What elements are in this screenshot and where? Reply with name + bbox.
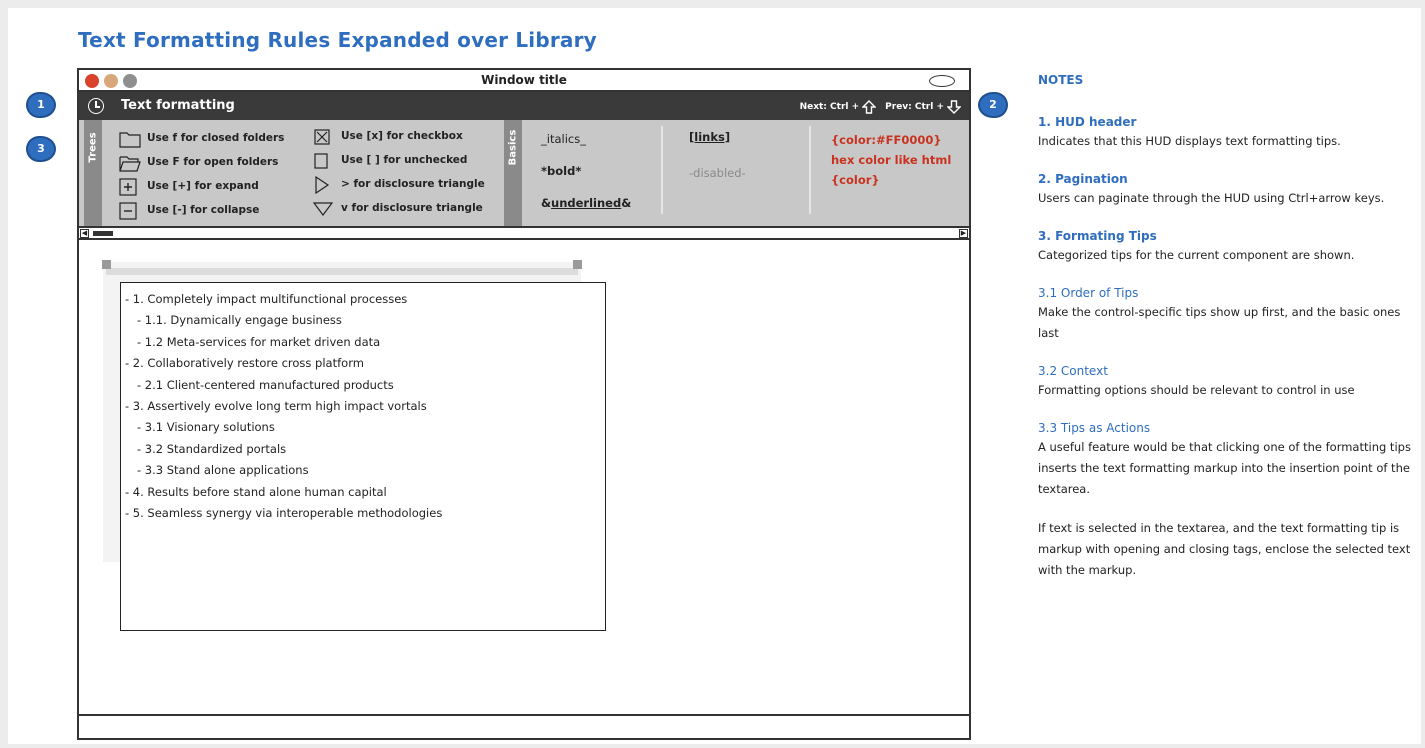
list-item[interactable]: - 4. Results before stand alone human ca…: [125, 482, 605, 503]
clock-icon: [88, 98, 104, 114]
disclosure-down-icon: [313, 202, 334, 216]
tip-color[interactable]: {color:#FF0000} hex color like html {col…: [831, 130, 951, 190]
horizontal-scrollbar[interactable]: ◀ ▶: [79, 228, 969, 240]
collapse-icon: [119, 202, 137, 220]
scroll-left-icon[interactable]: ◀: [80, 229, 89, 238]
arrow-down-icon[interactable]: [947, 100, 961, 114]
textarea-ruler: [106, 268, 578, 275]
list-item[interactable]: - 1.2 Meta-services for market driven da…: [125, 332, 605, 353]
note-selected-text: If text is selected in the textarea, and…: [1038, 521, 1411, 577]
tip-links[interactable]: [links]: [689, 130, 730, 144]
scroll-right-icon[interactable]: ▶: [959, 229, 968, 238]
list-item[interactable]: - 3. Assertively evolve long term high i…: [125, 396, 605, 417]
resize-handle-icon[interactable]: [102, 260, 111, 269]
page-title: Text Formatting Rules Expanded over Libr…: [78, 28, 597, 52]
note-context: 3.2 Context Formatting options should be…: [1038, 364, 1355, 397]
callout-2: 2: [978, 92, 1008, 118]
formatting-tips-panel: Trees Use f for closed folders Use F for…: [79, 120, 969, 228]
hud-header: Text formatting Next: Ctrl + Prev: Ctrl …: [79, 92, 969, 120]
resize-handle-icon[interactable]: [573, 260, 582, 269]
note-pagination: 2. Pagination Users can paginate through…: [1038, 172, 1385, 205]
trees-category-label: Trees: [84, 120, 102, 226]
color-description: hex color like html: [831, 153, 952, 167]
color-open-tag: {color:#FF0000}: [831, 133, 942, 147]
notes-panel: NOTES 1. HUD header Indicates that this …: [1038, 73, 1418, 599]
disclosure-right-icon: [315, 176, 330, 194]
pagination: Next: Ctrl + Prev: Ctrl +: [800, 100, 961, 114]
scroll-thumb[interactable]: [93, 231, 113, 236]
closed-folder-icon: [119, 132, 141, 148]
list-item[interactable]: - 1. Completely impact multifunctional p…: [125, 289, 605, 310]
unchecked-checkbox-icon: [314, 153, 328, 169]
expand-icon: [119, 178, 137, 196]
status-bar: [79, 714, 969, 738]
hud-title: Text formatting: [121, 98, 235, 113]
toolbar-toggle-icon[interactable]: [929, 75, 955, 87]
next-label: Next: Ctrl +: [799, 102, 860, 112]
list-item[interactable]: - 1.1. Dynamically engage business: [125, 310, 605, 331]
app-window: Window title Text formatting Next: Ctrl …: [77, 68, 971, 740]
checked-checkbox-icon: [314, 129, 330, 145]
note-formatting-tips: 3. Formating Tips Categorized tips for t…: [1038, 229, 1355, 262]
callout-1: 1: [26, 92, 56, 118]
tip-bold[interactable]: *bold*: [541, 164, 581, 178]
outline-list[interactable]: - 1. Completely impact multifunctional p…: [120, 282, 606, 631]
basics-category-label: Basics: [504, 120, 522, 226]
note-order-of-tips: 3.1 Order of Tips Make the control-speci…: [1038, 286, 1401, 340]
arrow-up-icon[interactable]: [862, 100, 877, 114]
tip-underlined[interactable]: &underlined&: [541, 196, 631, 210]
window-title: Window title: [481, 73, 567, 87]
open-folder-icon: [119, 156, 141, 172]
note-hud-header: 1. HUD header Indicates that this HUD di…: [1038, 115, 1341, 148]
prev-label: Prev: Ctrl +: [885, 102, 944, 112]
notes-heading: NOTES: [1038, 73, 1084, 87]
callout-3: 3: [26, 136, 56, 162]
list-item[interactable]: - 2.1 Client-centered manufactured produ…: [125, 375, 605, 396]
list-item[interactable]: - 3.1 Visionary solutions: [125, 417, 605, 438]
column-divider: [661, 126, 663, 214]
list-item[interactable]: - 2. Collaboratively restore cross platf…: [125, 353, 605, 374]
list-item[interactable]: - 3.2 Standardized portals: [125, 439, 605, 460]
color-close-tag: {color}: [831, 173, 880, 187]
list-item[interactable]: - 3.3 Stand alone applications: [125, 460, 605, 481]
note-tips-as-actions: 3.3 Tips as Actions A useful feature wou…: [1038, 421, 1411, 496]
column-divider: [809, 126, 811, 214]
tip-italics[interactable]: _italics_: [541, 132, 586, 146]
title-bar: Window title: [79, 70, 969, 92]
list-item[interactable]: - 5. Seamless synergy via interoperable …: [125, 503, 605, 524]
tip-disabled[interactable]: -disabled-: [689, 166, 746, 180]
